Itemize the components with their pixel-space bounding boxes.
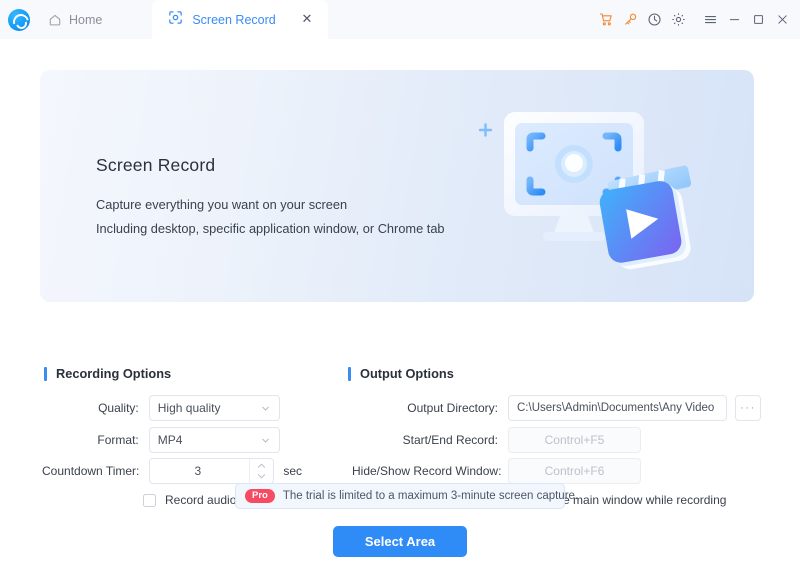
format-value: MP4 [157,433,183,447]
output-directory-input[interactable]: C:\Users\Admin\Documents\Any Video C [508,395,727,421]
countdown-timer-label: Countdown Timer: [42,464,140,478]
key-icon[interactable] [618,8,642,32]
record-audio-checkbox-row[interactable]: Record audio [143,493,236,507]
browse-directory-button[interactable]: ··· [735,395,761,421]
stepper-arrows-icon[interactable] [249,459,273,483]
gear-icon[interactable] [666,8,690,32]
menu-hamburger-icon[interactable] [698,8,722,32]
pro-trial-banner: Pro The trial is limited to a maximum 3-… [235,483,578,509]
home-tab[interactable]: Home [40,4,116,35]
quality-row: Quality: High quality [60,395,280,421]
pro-banner-text: The trial is limited to a maximum 3-minu… [282,490,579,502]
history-clock-icon[interactable] [642,8,666,32]
hero-subtitle-line-2: Including desktop, specific application … [96,221,445,236]
titlebar-left: Home [0,0,116,39]
hero-subtitle-line-1: Capture everything you want on your scre… [96,197,348,212]
output-directory-label: Output Directory: [407,401,498,415]
output-directory-value: C:\Users\Admin\Documents\Any Video C [517,402,718,414]
home-icon [48,13,62,27]
titlebar: Home Screen Record ✕ [0,0,800,39]
cart-icon[interactable] [594,8,618,32]
minimize-icon[interactable] [722,8,746,32]
select-area-button[interactable]: Select Area [333,526,467,557]
hide-show-window-label: Hide/Show Record Window: [352,464,502,478]
countdown-timer-unit: sec [283,464,302,478]
hide-show-window-row: Hide/Show Record Window: Control+F6 [352,458,641,484]
quality-value: High quality [157,401,221,415]
maximize-icon[interactable] [746,8,770,32]
start-end-record-value: Control+F5 [544,433,605,447]
start-end-record-label: Start/End Record: [402,433,498,447]
titlebar-controls [594,0,800,39]
pro-badge: Pro [245,488,275,504]
screen-record-tab-icon [168,10,183,30]
section-accent-bar [44,366,47,381]
hide-show-window-hotkey-input[interactable]: Control+F6 [508,458,641,484]
output-options-header: Output Options [348,366,454,381]
quality-select[interactable]: High quality [148,395,280,421]
screen-record-illustration-icon [460,84,720,294]
section-accent-bar [348,366,351,381]
tab-close-icon[interactable]: ✕ [291,10,314,29]
hero-banner: Screen Record Capture everything you wan… [40,70,754,302]
output-options-title: Output Options [360,366,454,381]
start-end-record-hotkey-input[interactable]: Control+F5 [508,427,641,453]
start-end-record-row: Start/End Record: Control+F5 [352,427,641,453]
quality-label: Quality: [98,401,139,415]
record-audio-label: Record audio [165,493,237,507]
format-row: Format: MP4 [60,427,280,453]
format-select[interactable]: MP4 [148,427,280,453]
hide-show-window-value: Control+F6 [544,464,605,478]
output-directory-row: Output Directory: C:\Users\Admin\Documen… [352,395,761,421]
recording-options-title: Recording Options [56,366,172,381]
tab-screen-record-label: Screen Record [192,12,276,27]
main-content: Screen Record Capture everything you wan… [0,39,800,562]
format-label: Format: [97,433,139,447]
countdown-timer-row: Countdown Timer: 3 sec [42,458,302,484]
app-logo-icon [8,8,30,31]
record-audio-checkbox[interactable] [143,493,156,507]
close-icon[interactable] [770,8,794,32]
chevron-down-icon [260,435,271,446]
tab-screen-record[interactable]: Screen Record ✕ [152,0,329,39]
tab-strip: Screen Record ✕ [152,0,594,39]
countdown-timer-stepper[interactable]: 3 [149,458,275,484]
chevron-down-icon [260,403,271,414]
recording-options-header: Recording Options [44,366,171,381]
hero-title: Screen Record [96,155,216,175]
home-tab-label: Home [69,12,103,27]
countdown-timer-value: 3 [194,464,202,478]
